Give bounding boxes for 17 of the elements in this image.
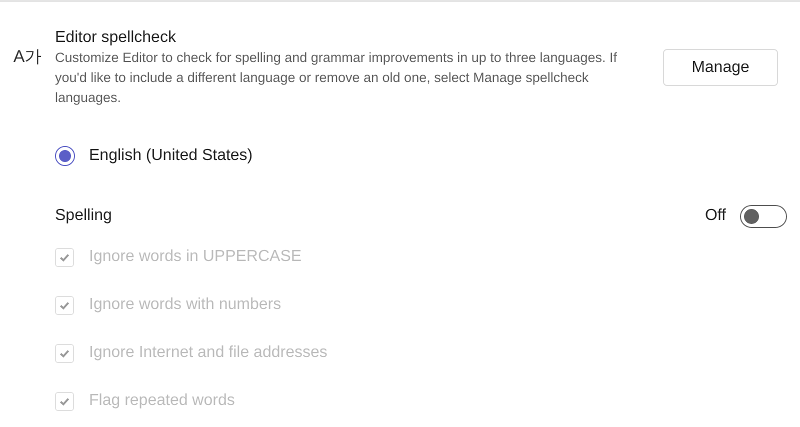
toggle-label: Off <box>704 206 726 226</box>
checkbox-label: Ignore Internet and file addresses <box>89 343 328 363</box>
check-icon <box>59 252 70 262</box>
section-description: Customize Editor to check for spelling and grammar improvements in up to three languages. If you'd like to include a different language or remove an old one, select Manage spellcheck languages. <box>55 49 618 107</box>
check-icon <box>59 396 70 406</box>
checkbox-label: Flag repeated words <box>89 391 235 411</box>
check-icon <box>59 348 70 358</box>
section-title: Spelling <box>55 206 112 226</box>
checkbox-label: Ignore words in UPPERCASE <box>89 247 302 267</box>
check-icon <box>59 300 70 310</box>
radio-label: English (United States) <box>89 146 253 166</box>
manage-button[interactable]: Manage <box>663 49 778 86</box>
toggle-switch[interactable] <box>740 204 787 228</box>
translate-icon: A가 <box>13 48 42 65</box>
section-title: Editor spellcheck <box>55 28 177 48</box>
radio-button[interactable] <box>55 146 75 166</box>
checkbox-label: Ignore words with numbers <box>89 295 282 315</box>
